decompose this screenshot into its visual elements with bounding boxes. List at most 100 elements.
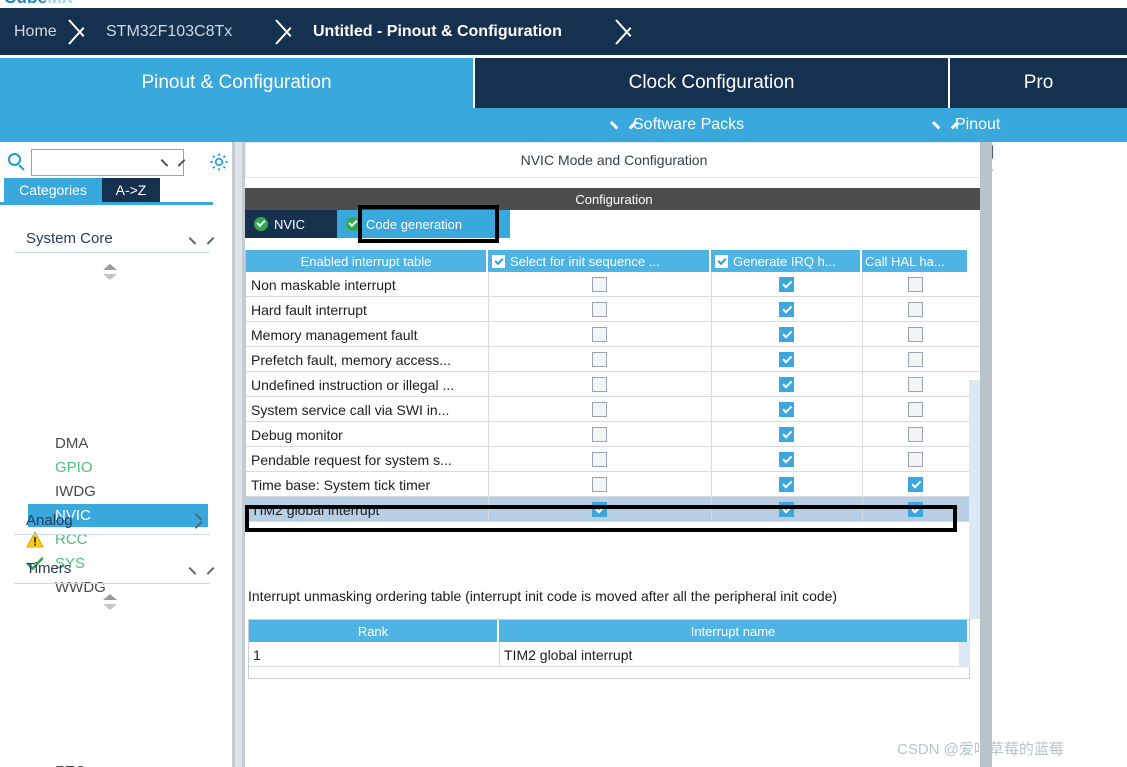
breadcrumb-chevron-icon-3 bbox=[613, 8, 639, 55]
col-checkbox-generate-irq-handler[interactable] bbox=[715, 254, 728, 268]
row-checkbox-init[interactable] bbox=[592, 502, 607, 517]
table-row[interactable]: Hard fault interrupt bbox=[246, 297, 982, 322]
sidebar-item-dma[interactable]: DMA bbox=[0, 432, 208, 455]
chevron-down-icon-timers[interactable] bbox=[190, 567, 204, 576]
row-checkbox-hal[interactable] bbox=[908, 302, 923, 317]
mode-header-label: NVIC Mode and Configuration bbox=[520, 152, 708, 168]
sidebar-item-iwdg[interactable]: IWDG bbox=[0, 480, 208, 503]
interrupt-ordering-table: Rank Interrupt name 1 TIM2 global interr… bbox=[248, 619, 970, 679]
sidebar-tab-az[interactable]: A->Z bbox=[102, 178, 160, 202]
row-checkbox-hal[interactable] bbox=[908, 377, 923, 392]
sidebar-item-gpio[interactable]: GPIO bbox=[0, 456, 208, 479]
col-header-enabled-interrupt-table-label: Enabled interrupt table bbox=[300, 253, 432, 269]
sidebar-group-system-core[interactable]: System Core bbox=[26, 224, 113, 252]
row-checkbox-irq[interactable] bbox=[779, 302, 794, 317]
tab-project-manager[interactable]: Pro bbox=[948, 58, 1127, 108]
col-header-select-init-sequence[interactable]: Select for init sequence ... bbox=[488, 250, 711, 272]
row-checkbox-hal[interactable] bbox=[908, 402, 923, 417]
row-checkbox-irq[interactable] bbox=[779, 477, 794, 492]
table-row[interactable]: Prefetch fault, memory access... bbox=[246, 347, 982, 372]
row-checkbox-irq[interactable] bbox=[779, 427, 794, 442]
sidebar-group-analog[interactable]: Analog bbox=[26, 506, 73, 534]
row-checkbox-irq[interactable] bbox=[779, 452, 794, 467]
row-checkbox-irq[interactable] bbox=[779, 377, 794, 392]
row-checkbox-irq[interactable] bbox=[779, 502, 794, 517]
row-checkbox-irq[interactable] bbox=[779, 327, 794, 342]
mode-header: NVIC Mode and Configuration bbox=[245, 142, 983, 178]
row-checkbox-init[interactable] bbox=[592, 327, 607, 342]
tab-pinout-configuration[interactable]: Pinout & Configuration bbox=[0, 58, 473, 108]
tab-code-generation[interactable]: Code generation bbox=[337, 210, 510, 238]
row-checkbox-hal[interactable] bbox=[908, 352, 923, 367]
ordering-table-scrollbar[interactable] bbox=[959, 642, 970, 667]
main-panel-scrollbar[interactable] bbox=[980, 142, 992, 767]
breadcrumb-project-label: Untitled - Pinout & Configuration bbox=[313, 22, 562, 40]
breadcrumb-item-project[interactable]: Untitled - Pinout & Configuration bbox=[313, 8, 562, 55]
col-header-enabled-interrupt-table[interactable]: Enabled interrupt table bbox=[246, 250, 488, 272]
config-tab-strip: NVIC Code generation bbox=[245, 210, 983, 238]
tab-nvic-label: NVIC bbox=[274, 216, 306, 232]
row-name: TIM2 global interrupt bbox=[251, 501, 380, 518]
table-row[interactable]: TIM2 global interrupt bbox=[246, 497, 982, 522]
sidebar-tab-categories[interactable]: Categories bbox=[4, 178, 102, 202]
row-checkbox-hal[interactable] bbox=[908, 502, 923, 517]
col-header-rank-label: Rank bbox=[357, 623, 389, 639]
table-row[interactable]: Pendable request for system s... bbox=[246, 447, 982, 472]
search-input[interactable] bbox=[36, 152, 156, 173]
sidebar-item-rtc[interactable]: RTC bbox=[0, 760, 208, 767]
row-checkbox-irq[interactable] bbox=[779, 402, 794, 417]
tab-nvic[interactable]: NVIC bbox=[245, 210, 337, 238]
row-checkbox-hal[interactable] bbox=[908, 327, 923, 342]
row-checkbox-irq[interactable] bbox=[779, 277, 794, 292]
tab-clock-configuration[interactable]: Clock Configuration bbox=[473, 58, 948, 108]
row-checkbox-init[interactable] bbox=[592, 377, 607, 392]
row-checkbox-init[interactable] bbox=[592, 477, 607, 492]
sidebar-tab-underline bbox=[0, 202, 213, 205]
table-row[interactable]: 1 TIM2 global interrupt bbox=[249, 642, 969, 667]
row-checkbox-hal[interactable] bbox=[908, 427, 923, 442]
col-header-interrupt-name[interactable]: Interrupt name bbox=[499, 620, 969, 642]
table-row[interactable]: Debug monitor bbox=[246, 422, 982, 447]
col-header-generate-irq-handler-label: Generate IRQ h... bbox=[733, 253, 836, 269]
sidebar-group-timers-label: Timers bbox=[26, 559, 72, 577]
col-checkbox-select-init-sequence[interactable] bbox=[492, 254, 505, 268]
row-checkbox-hal[interactable] bbox=[908, 477, 923, 492]
sidebar-scroll-spinner-2[interactable] bbox=[103, 594, 117, 610]
col-header-call-hal-handler[interactable]: Call HAL ha... bbox=[862, 250, 969, 272]
row-checkbox-init[interactable] bbox=[592, 352, 607, 367]
sidebar-group-timers[interactable]: Timers bbox=[26, 554, 71, 582]
row-checkbox-init[interactable] bbox=[592, 452, 607, 467]
sidebar-item-dma-label: DMA bbox=[55, 435, 89, 452]
table-row[interactable]: Undefined instruction or illegal ... bbox=[246, 372, 982, 397]
interrupt-table-scrollbar[interactable] bbox=[969, 380, 980, 619]
row-checkbox-init[interactable] bbox=[592, 402, 607, 417]
menu-pinout[interactable]: Pinout bbox=[934, 108, 1000, 142]
table-row[interactable]: System service call via SWI in... bbox=[246, 397, 982, 422]
chevron-down-icon-search[interactable] bbox=[162, 159, 175, 167]
panel-splitter[interactable] bbox=[232, 142, 245, 767]
search-combobox[interactable] bbox=[31, 149, 184, 176]
table-row[interactable]: Memory management fault bbox=[246, 322, 982, 347]
chevron-down-icon-2 bbox=[934, 121, 948, 130]
logo-mx-text: MX bbox=[47, 0, 73, 7]
gear-icon[interactable] bbox=[208, 151, 230, 173]
row-checkbox-hal[interactable] bbox=[908, 452, 923, 467]
breadcrumb-item-home[interactable]: Home bbox=[14, 8, 57, 55]
chevron-down-icon-system-core[interactable] bbox=[190, 237, 204, 246]
menu-software-packs[interactable]: Software Packs bbox=[612, 108, 744, 142]
row-checkbox-init[interactable] bbox=[592, 427, 607, 442]
col-header-generate-irq-handler[interactable]: Generate IRQ h... bbox=[711, 250, 862, 272]
breadcrumb-item-device[interactable]: STM32F103C8Tx bbox=[106, 8, 232, 55]
row-checkbox-init[interactable] bbox=[592, 302, 607, 317]
row-checkbox-irq[interactable] bbox=[779, 352, 794, 367]
table-row[interactable]: Non maskable interrupt bbox=[246, 272, 982, 297]
row-checkbox-init[interactable] bbox=[592, 277, 607, 292]
row-rank: 1 bbox=[253, 646, 261, 663]
sidebar-scroll-spinner-1[interactable] bbox=[103, 264, 117, 280]
col-header-rank[interactable]: Rank bbox=[249, 620, 499, 642]
row-checkbox-hal[interactable] bbox=[908, 277, 923, 292]
chevron-right-icon-analog[interactable] bbox=[196, 513, 205, 527]
check-circle-icon-nvic bbox=[254, 217, 268, 231]
sidebar-item-iwdg-label: IWDG bbox=[55, 483, 96, 500]
table-row[interactable]: Time base: System tick timer bbox=[246, 472, 982, 497]
